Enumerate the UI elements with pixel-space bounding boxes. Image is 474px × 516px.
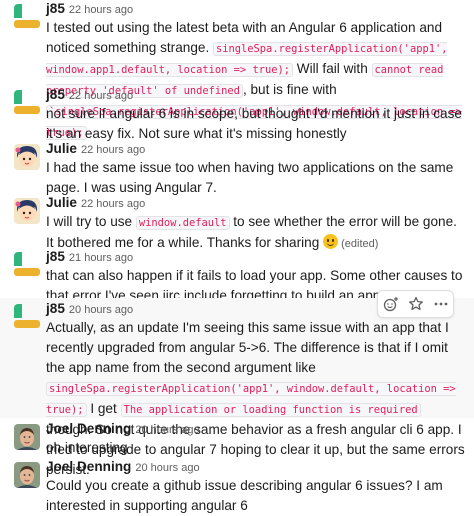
message-3: Julie 22 hours ago I had the same issue t… [0, 140, 474, 198]
timestamp[interactable]: 22 hours ago [69, 90, 133, 102]
message-actions-toolbar [377, 290, 454, 318]
avatar[interactable] [14, 424, 40, 450]
avatar[interactable] [14, 90, 40, 116]
timestamp[interactable]: 22 hours ago [69, 4, 133, 16]
avatar[interactable] [14, 304, 40, 330]
timestamp[interactable]: 21 hours ago [69, 252, 133, 264]
slightly-smiling-face-icon [323, 234, 339, 249]
avatar[interactable] [14, 462, 40, 488]
message-text: Could you create a github issue describi… [46, 478, 443, 513]
code-snippet: window.default [135, 216, 230, 230]
message-2: j85 22 hours ago not sure if angular 6 is… [0, 86, 474, 144]
message-4: Julie 22 hours ago I will try to use wind… [0, 194, 474, 254]
timestamp[interactable]: 22 hours ago [81, 144, 145, 156]
star-icon[interactable] [405, 293, 427, 315]
author-name[interactable]: Julie [46, 195, 77, 210]
author-name[interactable]: Julie [46, 141, 77, 156]
author-name[interactable]: j85 [46, 301, 65, 316]
timestamp[interactable]: 20 hours ago [135, 424, 199, 436]
timestamp[interactable]: 20 hours ago [135, 462, 199, 474]
code-snippet: The application or loading function is r… [120, 403, 421, 417]
add-reaction-icon[interactable] [380, 293, 402, 315]
timestamp[interactable]: 22 hours ago [81, 198, 145, 210]
avatar[interactable] [14, 252, 40, 278]
author-name[interactable]: j85 [46, 1, 65, 16]
message-7: Joel Denning 20 hours ago oh interesting [0, 420, 474, 458]
timestamp[interactable]: 20 hours ago [69, 304, 133, 316]
author-name[interactable]: j85 [46, 249, 65, 264]
message-text: I had the same issue too when having two… [46, 160, 454, 195]
avatar[interactable] [14, 4, 40, 30]
author-name[interactable]: Joel Denning [46, 459, 131, 474]
message-8: Joel Denning 20 hours ago Could you creat… [0, 458, 474, 516]
more-actions-icon[interactable] [430, 293, 452, 315]
avatar[interactable] [14, 144, 40, 170]
message-text: oh interesting [46, 440, 128, 455]
author-name[interactable]: Joel Denning [46, 421, 131, 436]
author-name[interactable]: j85 [46, 87, 65, 102]
avatar[interactable] [14, 198, 40, 224]
message-text: not sure if angular 6 is in scope, but t… [46, 106, 462, 141]
